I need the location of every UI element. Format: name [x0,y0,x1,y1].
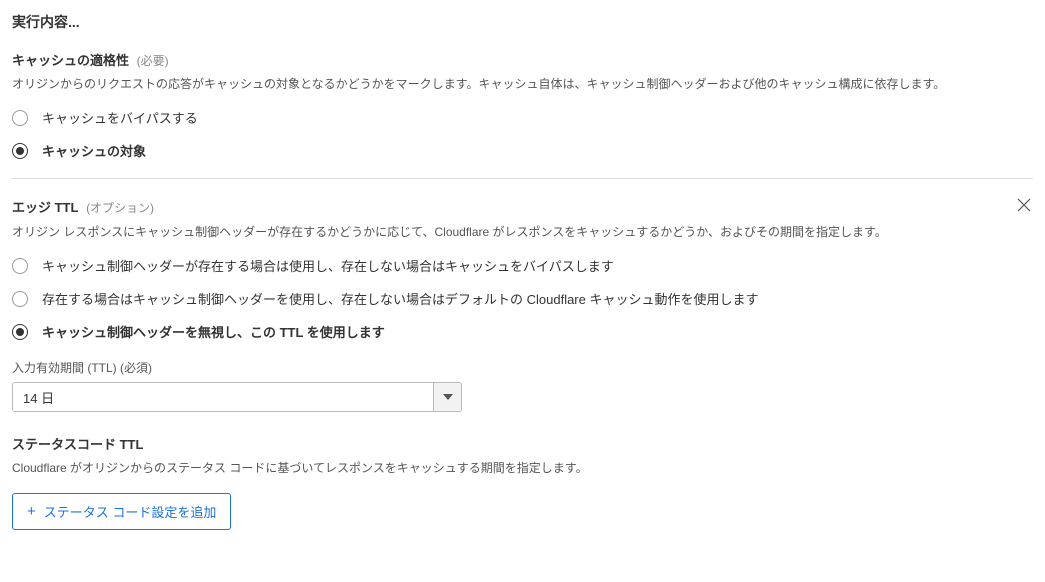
cache-eligibility-qualifier: (必要) [137,54,169,68]
radio-icon [12,258,28,274]
ttl-select-value: 14 日 [13,383,433,411]
chevron-down-icon [433,383,461,411]
edge-ttl-qualifier: (オプション) [86,201,154,215]
section-divider [12,178,1033,179]
radio-use-header-else-default[interactable]: 存在する場合はキャッシュ制御ヘッダーを使用し、存在しない場合はデフォルトの Cl… [12,289,1033,308]
close-icon[interactable] [1015,195,1033,217]
radio-label-eligible: キャッシュの対象 [42,141,146,160]
radio-label: キャッシュ制御ヘッダーを無視し、この TTL を使用します [42,322,385,341]
cache-eligibility-radio-group: キャッシュをバイパスする キャッシュの対象 [12,108,1033,160]
radio-bypass-cache[interactable]: キャッシュをバイパスする [12,108,1033,127]
radio-label: 存在する場合はキャッシュ制御ヘッダーを使用し、存在しない場合はデフォルトの Cl… [42,289,758,308]
status-ttl-title: ステータスコード TTL [12,434,1033,453]
cache-eligibility-section: キャッシュの適格性 (必要) オリジンからのリクエストの応答がキャッシュの対象と… [12,50,1033,160]
plus-icon: + [27,504,36,519]
radio-use-header-else-bypass[interactable]: キャッシュ制御ヘッダーが存在する場合は使用し、存在しない場合はキャッシュをバイパ… [12,256,1033,275]
edge-ttl-title: エッジ TTL [12,200,78,215]
edge-ttl-description: オリジン レスポンスにキャッシュ制御ヘッダーが存在するかどうかに応じて、Clou… [12,223,1033,242]
ttl-select[interactable]: 14 日 [12,382,462,412]
status-ttl-description: Cloudflare がオリジンからのステータス コードに基づいてレスポンスをキ… [12,459,1033,478]
radio-icon [12,291,28,307]
cache-eligibility-title: キャッシュの適格性 [12,53,129,68]
edge-ttl-radio-group: キャッシュ制御ヘッダーが存在する場合は使用し、存在しない場合はキャッシュをバイパ… [12,256,1033,341]
radio-label-bypass: キャッシュをバイパスする [42,108,198,127]
radio-icon [12,143,28,159]
cache-eligibility-description: オリジンからのリクエストの応答がキャッシュの対象となるかどうかをマークします。キ… [12,75,1033,94]
radio-label: キャッシュ制御ヘッダーが存在する場合は使用し、存在しない場合はキャッシュをバイパ… [42,256,614,275]
add-status-code-button[interactable]: + ステータス コード設定を追加 [12,493,231,530]
add-status-code-label: ステータス コード設定を追加 [44,502,217,521]
radio-icon [12,110,28,126]
ttl-field-label: 入力有効期間 (TTL) (必須) [12,359,1033,376]
edge-ttl-section: エッジ TTL (オプション) オリジン レスポンスにキャッシュ制御ヘッダーが存… [12,195,1033,529]
page-title: 実行内容... [12,12,1033,32]
radio-icon [12,324,28,340]
radio-cache-eligible[interactable]: キャッシュの対象 [12,141,1033,160]
radio-ignore-header-use-ttl[interactable]: キャッシュ制御ヘッダーを無視し、この TTL を使用します [12,322,1033,341]
